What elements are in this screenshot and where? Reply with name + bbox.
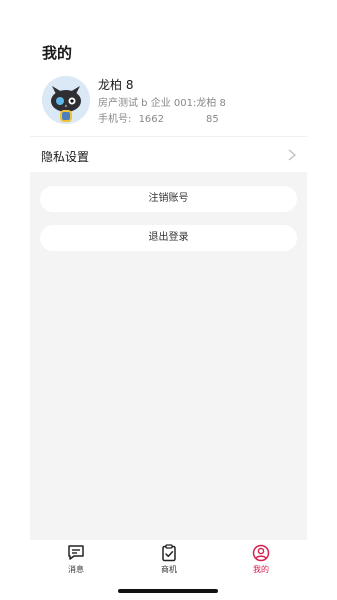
tab-opportunities[interactable]: 商机 xyxy=(139,544,199,575)
avatar xyxy=(42,76,90,124)
company-name: 房产测试 b 企业 001:龙柏 8 xyxy=(98,98,226,109)
user-icon xyxy=(252,544,270,562)
tab-me-label: 我的 xyxy=(253,565,269,574)
page-title: 我的 xyxy=(42,44,73,62)
privacy-settings-label: 隐私设置 xyxy=(41,150,90,164)
phone-suffix: 85 xyxy=(206,114,219,125)
message-icon xyxy=(68,545,84,560)
profile-card[interactable]: 龙柏 8 房产测试 b 企业 001:龙柏 8 手机号: 1662 85 xyxy=(30,72,307,134)
home-indicator xyxy=(118,589,218,593)
phone-label: 手机号: xyxy=(98,114,132,125)
tab-bar: 消息 商机 我的 xyxy=(30,540,307,580)
content-area: 注销账号 退出登录 xyxy=(30,172,307,540)
privacy-settings-row[interactable]: 隐私设置 xyxy=(30,136,307,173)
chevron-right-icon xyxy=(288,149,296,161)
user-name: 龙柏 8 xyxy=(98,78,134,92)
phone-prefix: 1662 xyxy=(138,114,165,125)
tab-opportunities-label: 商机 xyxy=(161,565,177,574)
tab-messages-label: 消息 xyxy=(68,565,84,574)
clipboard-check-icon xyxy=(162,544,176,562)
cancel-account-button[interactable]: 注销账号 xyxy=(40,186,297,212)
logout-button[interactable]: 退出登录 xyxy=(40,225,297,251)
phone-number: 手机号: 1662 85 xyxy=(98,110,219,125)
tab-messages[interactable]: 消息 xyxy=(46,544,106,575)
app-screen: 我的 龙柏 8 房产测试 b 企业 001:龙柏 8 手机号: 1662 85 … xyxy=(30,0,307,600)
tab-me[interactable]: 我的 xyxy=(231,544,291,575)
cat-avatar-icon xyxy=(42,76,90,124)
